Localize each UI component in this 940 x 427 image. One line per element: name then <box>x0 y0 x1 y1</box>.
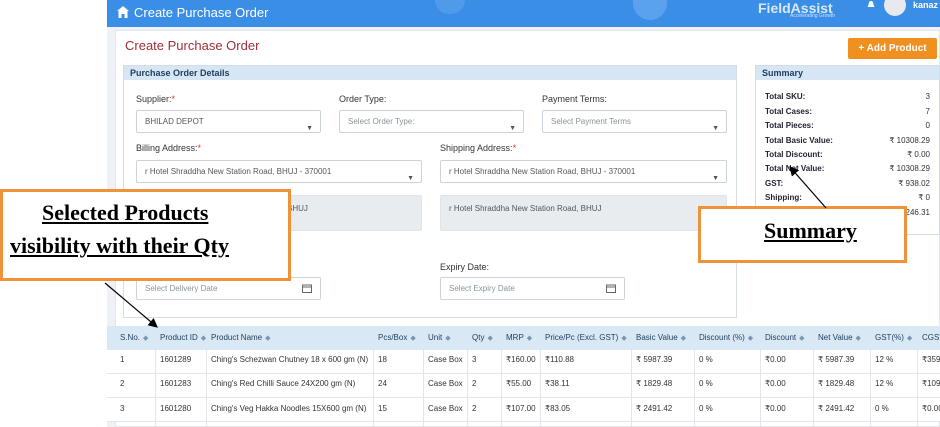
annotation-arrows <box>104 166 827 328</box>
arrow-to-summary <box>789 166 827 209</box>
arrow-to-table <box>104 282 158 328</box>
screenshot: Create Purchase Order FieldAssist Accele… <box>0 0 940 427</box>
